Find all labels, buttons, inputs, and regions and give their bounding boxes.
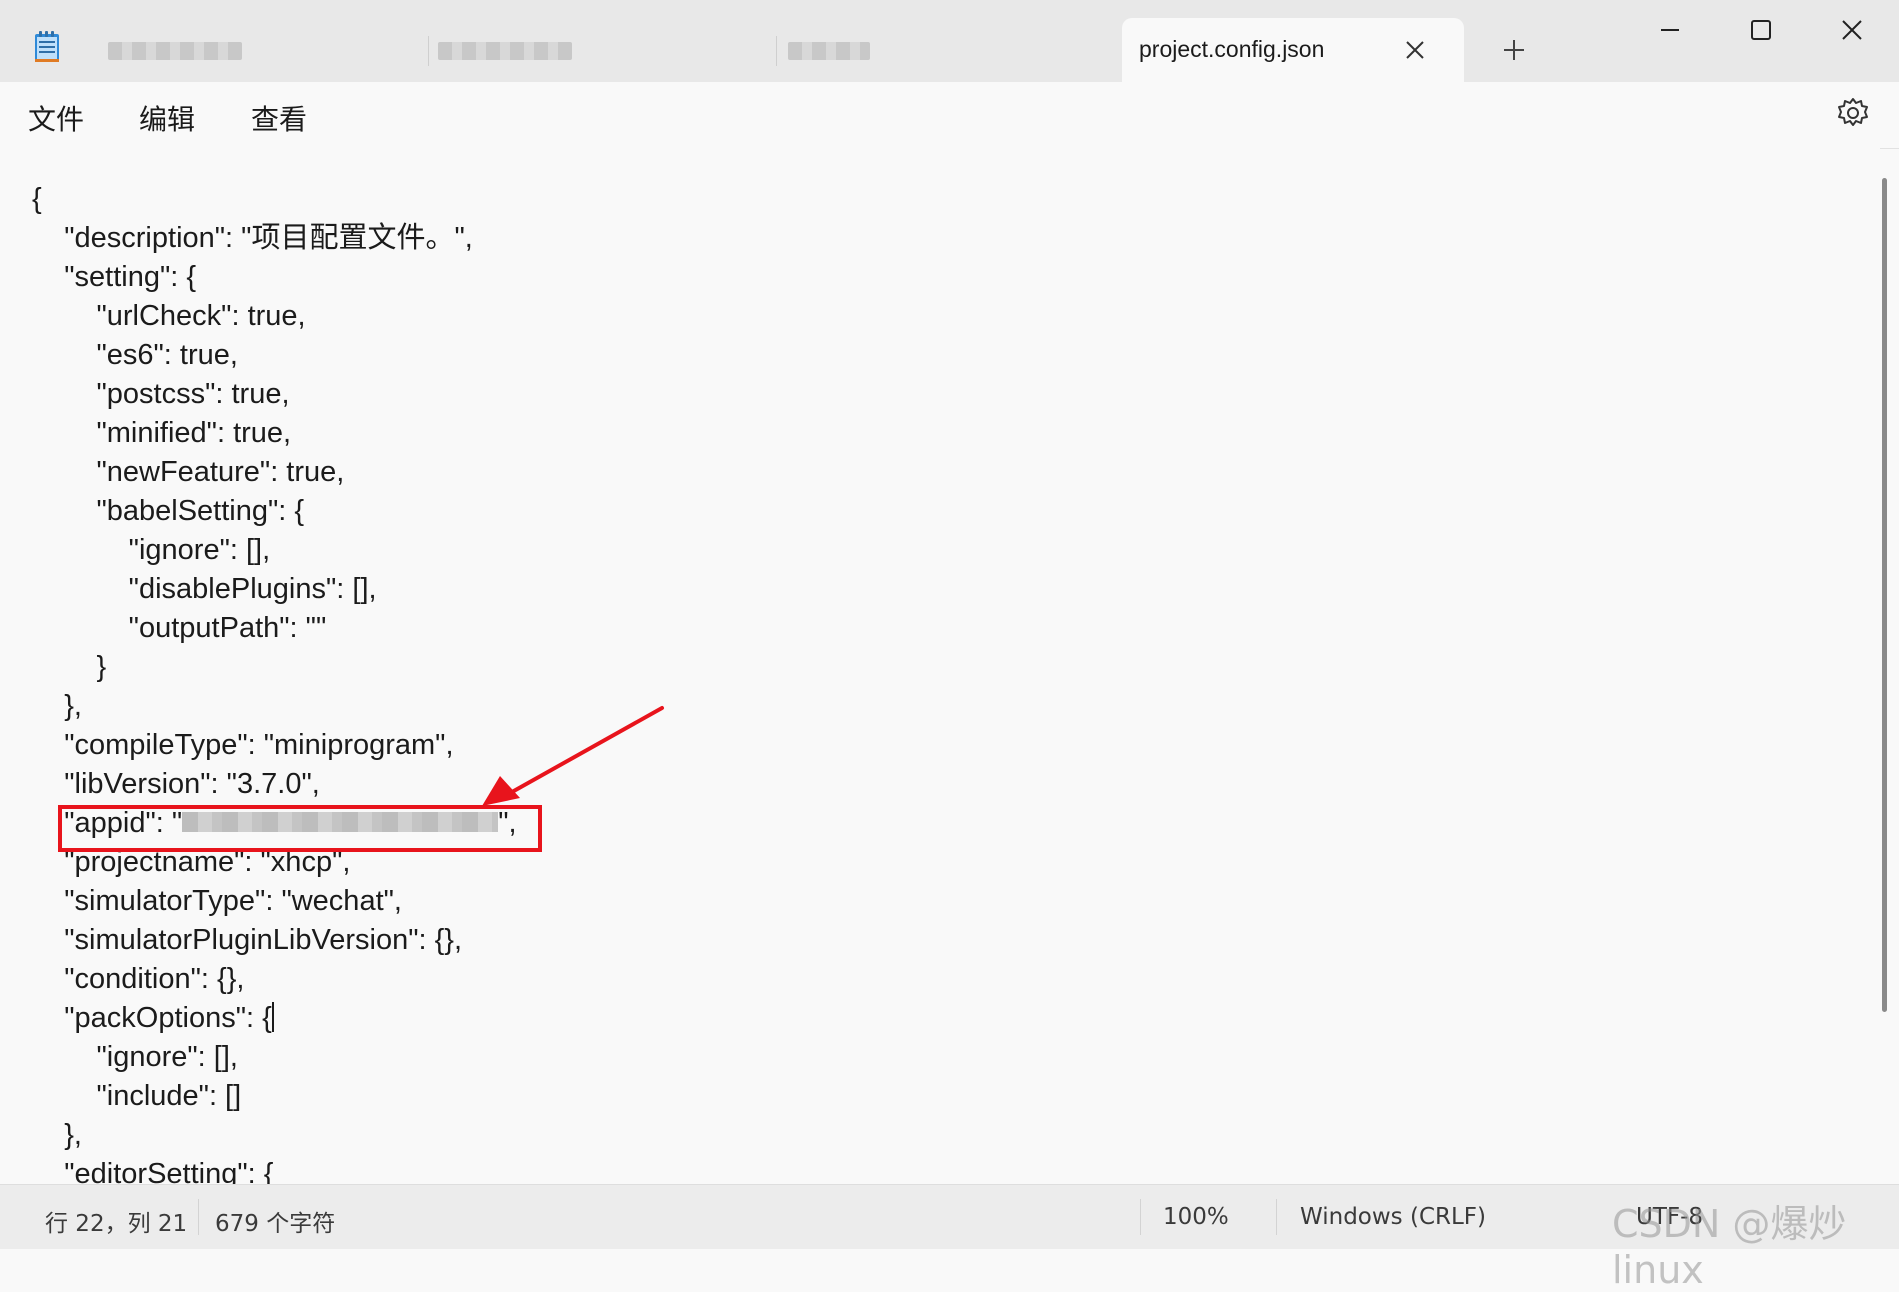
code-line: "description": "项目配置文件。", bbox=[32, 222, 473, 254]
redacted-tab-title bbox=[438, 42, 572, 60]
tab-title: project.config.json bbox=[1139, 36, 1325, 62]
tab-project-config-json[interactable]: project.config.json bbox=[1122, 18, 1464, 82]
code-line: }, bbox=[32, 1119, 82, 1151]
code-line-packoptions: "packOptions": { bbox=[32, 999, 274, 1038]
appid-highlight-box bbox=[58, 805, 542, 852]
tab-redacted-3[interactable] bbox=[784, 28, 1114, 86]
tab-separator bbox=[776, 36, 777, 66]
tab-redacted-2[interactable] bbox=[436, 28, 766, 86]
maximize-icon[interactable] bbox=[1740, 14, 1780, 46]
code-line: } bbox=[32, 651, 107, 683]
status-separator bbox=[198, 1199, 199, 1235]
text-cursor bbox=[271, 1002, 274, 1033]
code-line: { bbox=[32, 183, 42, 215]
code-line: "include": [] bbox=[32, 1080, 242, 1112]
new-tab-plus-icon[interactable] bbox=[1500, 36, 1528, 64]
line-ending[interactable]: Windows (CRLF) bbox=[1300, 1204, 1486, 1230]
zoom-level[interactable]: 100% bbox=[1163, 1204, 1229, 1230]
tab-redacted-1[interactable] bbox=[90, 28, 420, 86]
code-line: "ignore": [], bbox=[32, 534, 271, 566]
vertical-scrollbar[interactable] bbox=[1882, 178, 1887, 1012]
code-line: "newFeature": true, bbox=[32, 456, 345, 488]
code-line: "outputPath": "" bbox=[32, 612, 327, 644]
code-line: "condition": {}, bbox=[32, 963, 245, 995]
minimize-icon[interactable] bbox=[1650, 14, 1690, 46]
code-line: "es6": true, bbox=[32, 339, 238, 371]
code-line: "disablePlugins": [], bbox=[32, 573, 377, 605]
code-line: "urlCheck": true, bbox=[32, 300, 306, 332]
settings-gear-icon[interactable] bbox=[1836, 96, 1870, 130]
menu-file[interactable]: 文件 bbox=[28, 98, 84, 138]
code-line: "setting": { bbox=[32, 261, 197, 293]
code-line: "babelSetting": { bbox=[32, 495, 305, 527]
tab-close-icon[interactable] bbox=[1403, 38, 1427, 62]
redacted-tab-title bbox=[108, 42, 242, 60]
status-separator bbox=[1140, 1199, 1141, 1235]
character-count: 679 个字符 bbox=[215, 1211, 336, 1237]
code-line: "postcss": true, bbox=[32, 378, 290, 410]
tab-separator bbox=[428, 36, 429, 66]
watermark: CSDN @爆炒linux bbox=[1612, 1202, 1847, 1292]
code-line: "editorSetting": { bbox=[32, 1158, 274, 1184]
code-line: "libVersion": "3.7.0", bbox=[32, 768, 320, 800]
annotation-arrow-icon bbox=[482, 706, 664, 806]
close-icon[interactable] bbox=[1832, 14, 1872, 46]
code-line: "simulatorPluginLibVersion": {}, bbox=[32, 924, 463, 956]
text-editor[interactable]: { "description": "项目配置文件。", "setting": {… bbox=[0, 148, 1880, 1184]
packoptions-text: "packOptions": { bbox=[32, 1002, 272, 1034]
cursor-position: 行 22，列 21 bbox=[45, 1211, 188, 1237]
code-line: "simulatorType": "wechat", bbox=[32, 885, 402, 917]
code-line: "compileType": "miniprogram", bbox=[32, 729, 454, 761]
menu-edit[interactable]: 编辑 bbox=[139, 98, 195, 138]
menu-bar: 文件 编辑 查看 bbox=[0, 82, 1899, 149]
redacted-tab-title bbox=[788, 42, 870, 60]
code-line: }, bbox=[32, 690, 82, 722]
status-separator bbox=[1276, 1199, 1277, 1235]
title-bar: project.config.json bbox=[0, 0, 1899, 82]
code-line: "minified": true, bbox=[32, 417, 292, 449]
code-line: "ignore": [], bbox=[32, 1041, 238, 1073]
notepad-app-icon bbox=[35, 31, 59, 62]
menu-view[interactable]: 查看 bbox=[251, 98, 307, 138]
